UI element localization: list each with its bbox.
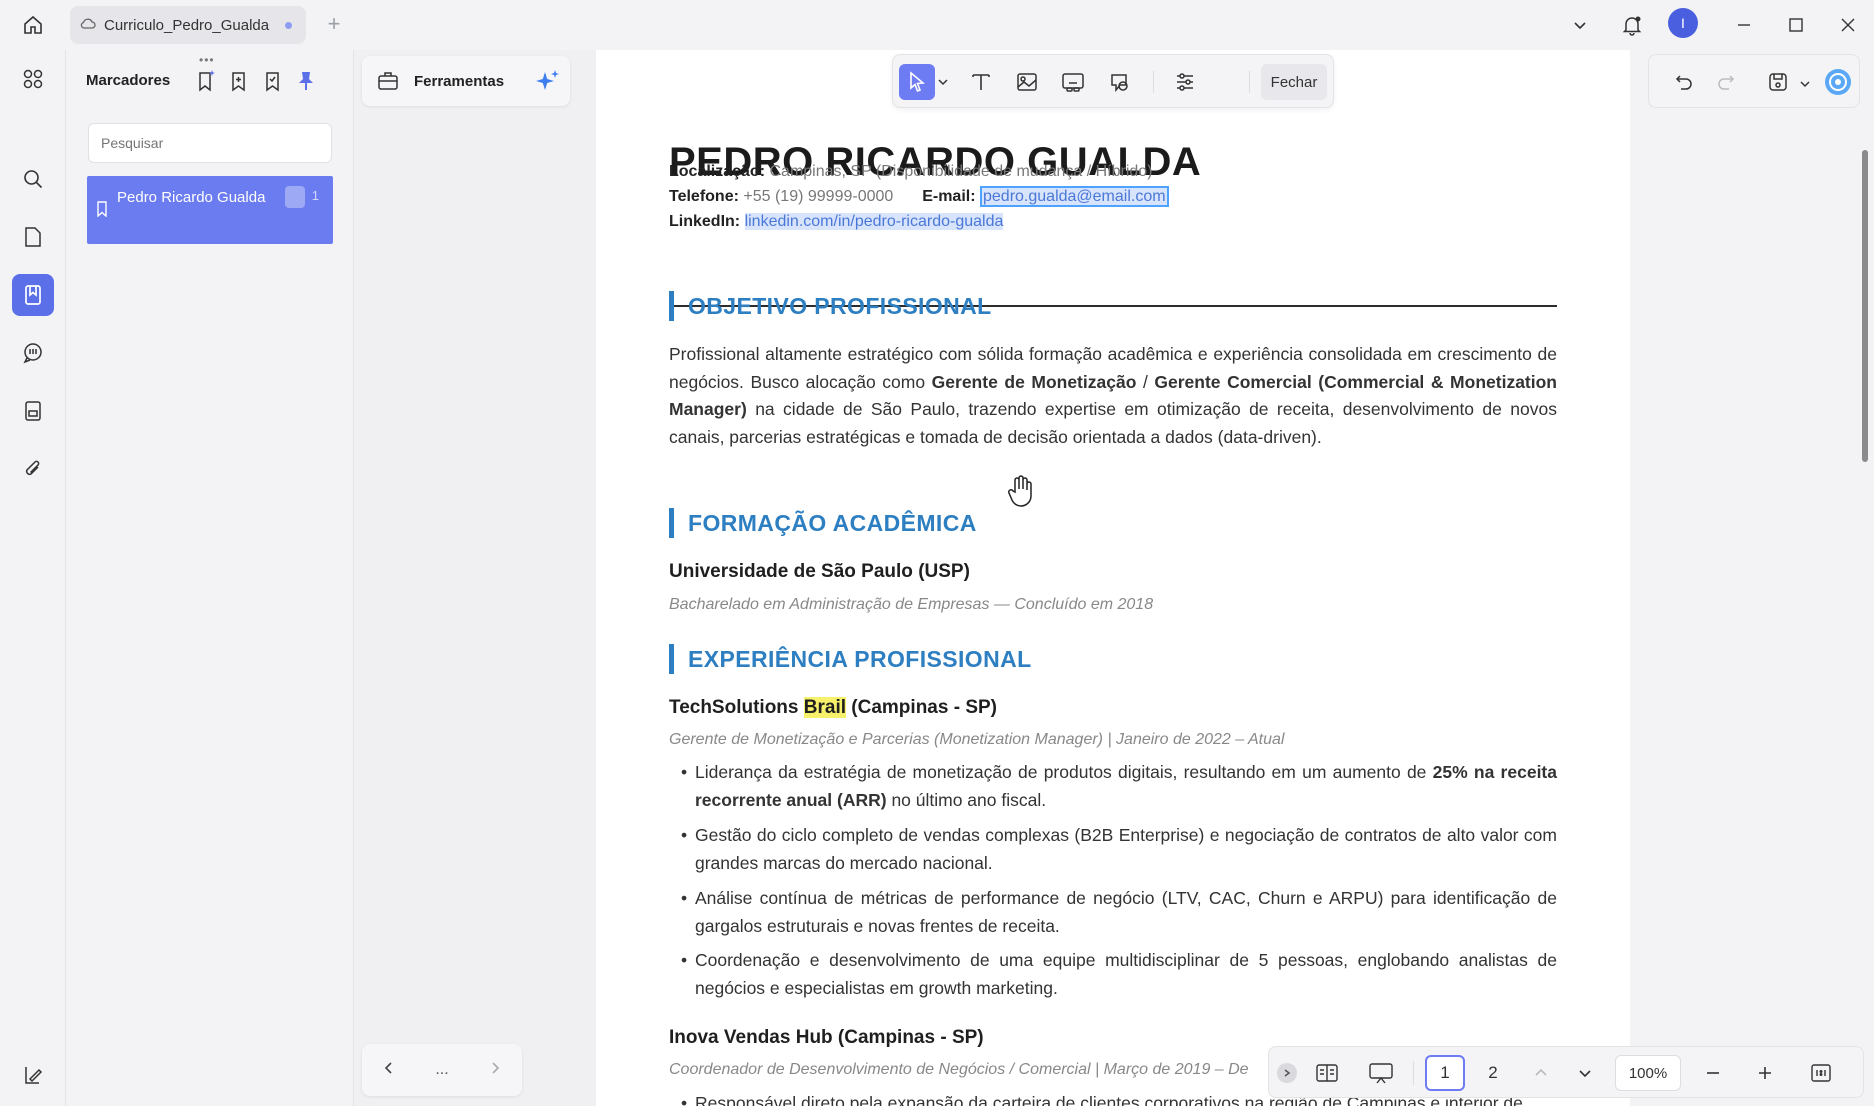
separator	[1153, 71, 1154, 93]
contact-phone-email: Telefone: +55 (19) 99999-0000 E-mail: pe…	[669, 186, 1169, 207]
chevron-left-icon[interactable]	[382, 1061, 396, 1080]
minimize-icon[interactable]	[1724, 8, 1764, 42]
comments-icon[interactable]	[12, 332, 54, 374]
text-tool-icon[interactable]	[963, 64, 999, 100]
image-tool-icon[interactable]	[1009, 64, 1045, 100]
edit-toolbar: Fechar	[892, 54, 1334, 108]
separator	[1249, 71, 1250, 93]
apps-grid-icon[interactable]	[12, 58, 54, 100]
ai-assistant-icon[interactable]	[1821, 64, 1855, 100]
unsaved-indicator	[285, 22, 292, 29]
chevron-down-icon[interactable]	[1560, 8, 1600, 42]
tools-panel: Ferramentas ...	[354, 50, 596, 1106]
job-bullet: • Coordenação e desenvolvimento de uma eq…	[681, 950, 1557, 998]
stamp-icon[interactable]	[12, 390, 54, 432]
section-heading-objective: OBJETIVO PROFISSIONAL	[669, 291, 992, 321]
document-actions-toolbar	[1648, 54, 1860, 108]
select-tool-icon[interactable]	[899, 64, 935, 100]
contact-linkedin: LinkedIn: linkedin.com/in/pedro-ricardo-…	[669, 213, 1004, 230]
chevron-down-icon[interactable]	[1799, 77, 1811, 95]
job-role: Gerente de Monetização e Parcerias (Mone…	[669, 731, 1285, 748]
more-options-button[interactable]: ...	[435, 1061, 448, 1079]
chevron-down-icon[interactable]	[937, 75, 949, 93]
bookmarks-panel: Marcadores ••• Pedro Ricardo Gualda 1	[66, 50, 354, 1106]
pin-icon[interactable]	[291, 66, 321, 96]
undo-icon[interactable]	[1667, 64, 1701, 100]
notification-bell-icon[interactable]	[1612, 8, 1652, 42]
chevron-right-icon[interactable]	[488, 1061, 502, 1080]
presentation-icon[interactable]	[1363, 1055, 1399, 1091]
bookmark-item[interactable]: Pedro Ricardo Gualda 1	[87, 176, 333, 244]
cloud-icon	[80, 16, 96, 34]
properties-icon[interactable]	[1167, 64, 1203, 100]
page-navigation-bar: 1 2 100%	[1268, 1046, 1864, 1098]
title-bar: Curriculo_Pedro_Gualda + I	[0, 0, 1874, 50]
chevron-up-icon[interactable]	[1525, 1055, 1557, 1091]
page-thumbnail-icon[interactable]	[12, 216, 54, 258]
tools-header[interactable]: Ferramentas	[362, 56, 570, 106]
page-badge-icon	[285, 186, 305, 208]
shape-tool-icon[interactable]	[1101, 64, 1137, 100]
ai-bookmark-icon[interactable]	[192, 66, 222, 96]
education-degree: Bacharelado em Administração de Empresas…	[669, 596, 1154, 613]
ai-sparkle-icon[interactable]	[534, 68, 562, 99]
attachment-icon[interactable]	[12, 448, 54, 490]
add-bookmark-icon[interactable]	[225, 66, 255, 96]
drag-handle[interactable]: •••	[199, 53, 215, 67]
tools-title: Ferramentas	[414, 73, 505, 90]
job-organization: Inova Vendas Hub (Campinas - SP)	[669, 1027, 984, 1048]
reading-mode-icon[interactable]	[1309, 1055, 1345, 1091]
bookmark-search-input[interactable]	[88, 123, 332, 163]
actual-size-icon[interactable]	[1803, 1055, 1839, 1091]
scrollbar[interactable]	[1862, 150, 1868, 462]
close-edit-button[interactable]: Fechar	[1261, 64, 1327, 100]
close-icon[interactable]	[1828, 8, 1868, 42]
left-icon-rail	[0, 50, 66, 1106]
tools-footer-nav: ...	[362, 1044, 522, 1096]
right-panel	[1630, 50, 1874, 1106]
email-link[interactable]: pedro.gualda@email.com	[980, 186, 1169, 207]
section-heading-experience: EXPERIÊNCIA PROFISSIONAL	[669, 644, 1032, 674]
panel-title: Marcadores	[86, 72, 171, 89]
document-viewer[interactable]: PEDRO RICARDO GUALDA Localização: Campin…	[596, 50, 1630, 1106]
save-icon[interactable]	[1761, 64, 1795, 100]
new-tab-button[interactable]: +	[322, 12, 346, 36]
sign-icon[interactable]	[12, 1054, 54, 1096]
section-heading-education: FORMAÇÃO ACADÊMICA	[669, 508, 977, 538]
chevron-down-icon[interactable]	[1569, 1055, 1601, 1091]
home-icon[interactable]	[18, 10, 48, 40]
document-page: PEDRO RICARDO GUALDA Localização: Campin…	[596, 50, 1630, 1106]
redo-icon[interactable]	[1709, 64, 1743, 100]
link-tool-icon[interactable]	[1055, 64, 1091, 100]
user-avatar[interactable]: I	[1668, 8, 1698, 38]
job-role: Coordenador de Desenvolvimento de Negóci…	[669, 1061, 1249, 1078]
expand-arrow-icon[interactable]	[1277, 1063, 1297, 1083]
job-bullet: • Gestão do ciclo completo de vendas comp…	[681, 825, 1557, 873]
bookmark-options-icon[interactable]	[258, 66, 288, 96]
separator	[1413, 1061, 1414, 1085]
document-tab[interactable]: Curriculo_Pedro_Gualda	[70, 6, 306, 44]
job-bullet: • Análise contínua de métricas de perform…	[681, 888, 1557, 936]
zoom-level[interactable]: 100%	[1615, 1055, 1681, 1091]
page-button-2[interactable]: 2	[1473, 1055, 1513, 1091]
hand-cursor-icon	[1006, 474, 1036, 513]
maximize-icon[interactable]	[1776, 8, 1816, 42]
zoom-in-icon[interactable]	[1749, 1055, 1781, 1091]
contact-location: Localização: Campinas, SP (Disponibilida…	[669, 163, 1153, 180]
linkedin-link[interactable]: linkedin.com/in/pedro-ricardo-gualda	[744, 213, 1004, 230]
highlighted-text[interactable]: Brail	[803, 697, 847, 718]
bookmark-panel-icon[interactable]	[12, 274, 54, 316]
objective-paragraph: Profissional altamente estratégico com s…	[669, 344, 1557, 447]
zoom-out-icon[interactable]	[1697, 1055, 1729, 1091]
tab-title: Curriculo_Pedro_Gualda	[104, 16, 270, 34]
bookmark-label: Pedro Ricardo Gualda	[117, 189, 266, 206]
job-bullet: • Liderança da estratégia de monetização …	[681, 762, 1557, 810]
job-organization: TechSolutions Brail (Campinas - SP)	[669, 697, 997, 718]
bookmark-page-number: 1	[311, 188, 319, 203]
search-icon[interactable]	[12, 158, 54, 200]
education-school: Universidade de São Paulo (USP)	[669, 561, 970, 582]
bookmark-icon	[96, 201, 108, 221]
page-button-1[interactable]: 1	[1425, 1055, 1465, 1091]
toolbox-icon	[376, 69, 400, 98]
